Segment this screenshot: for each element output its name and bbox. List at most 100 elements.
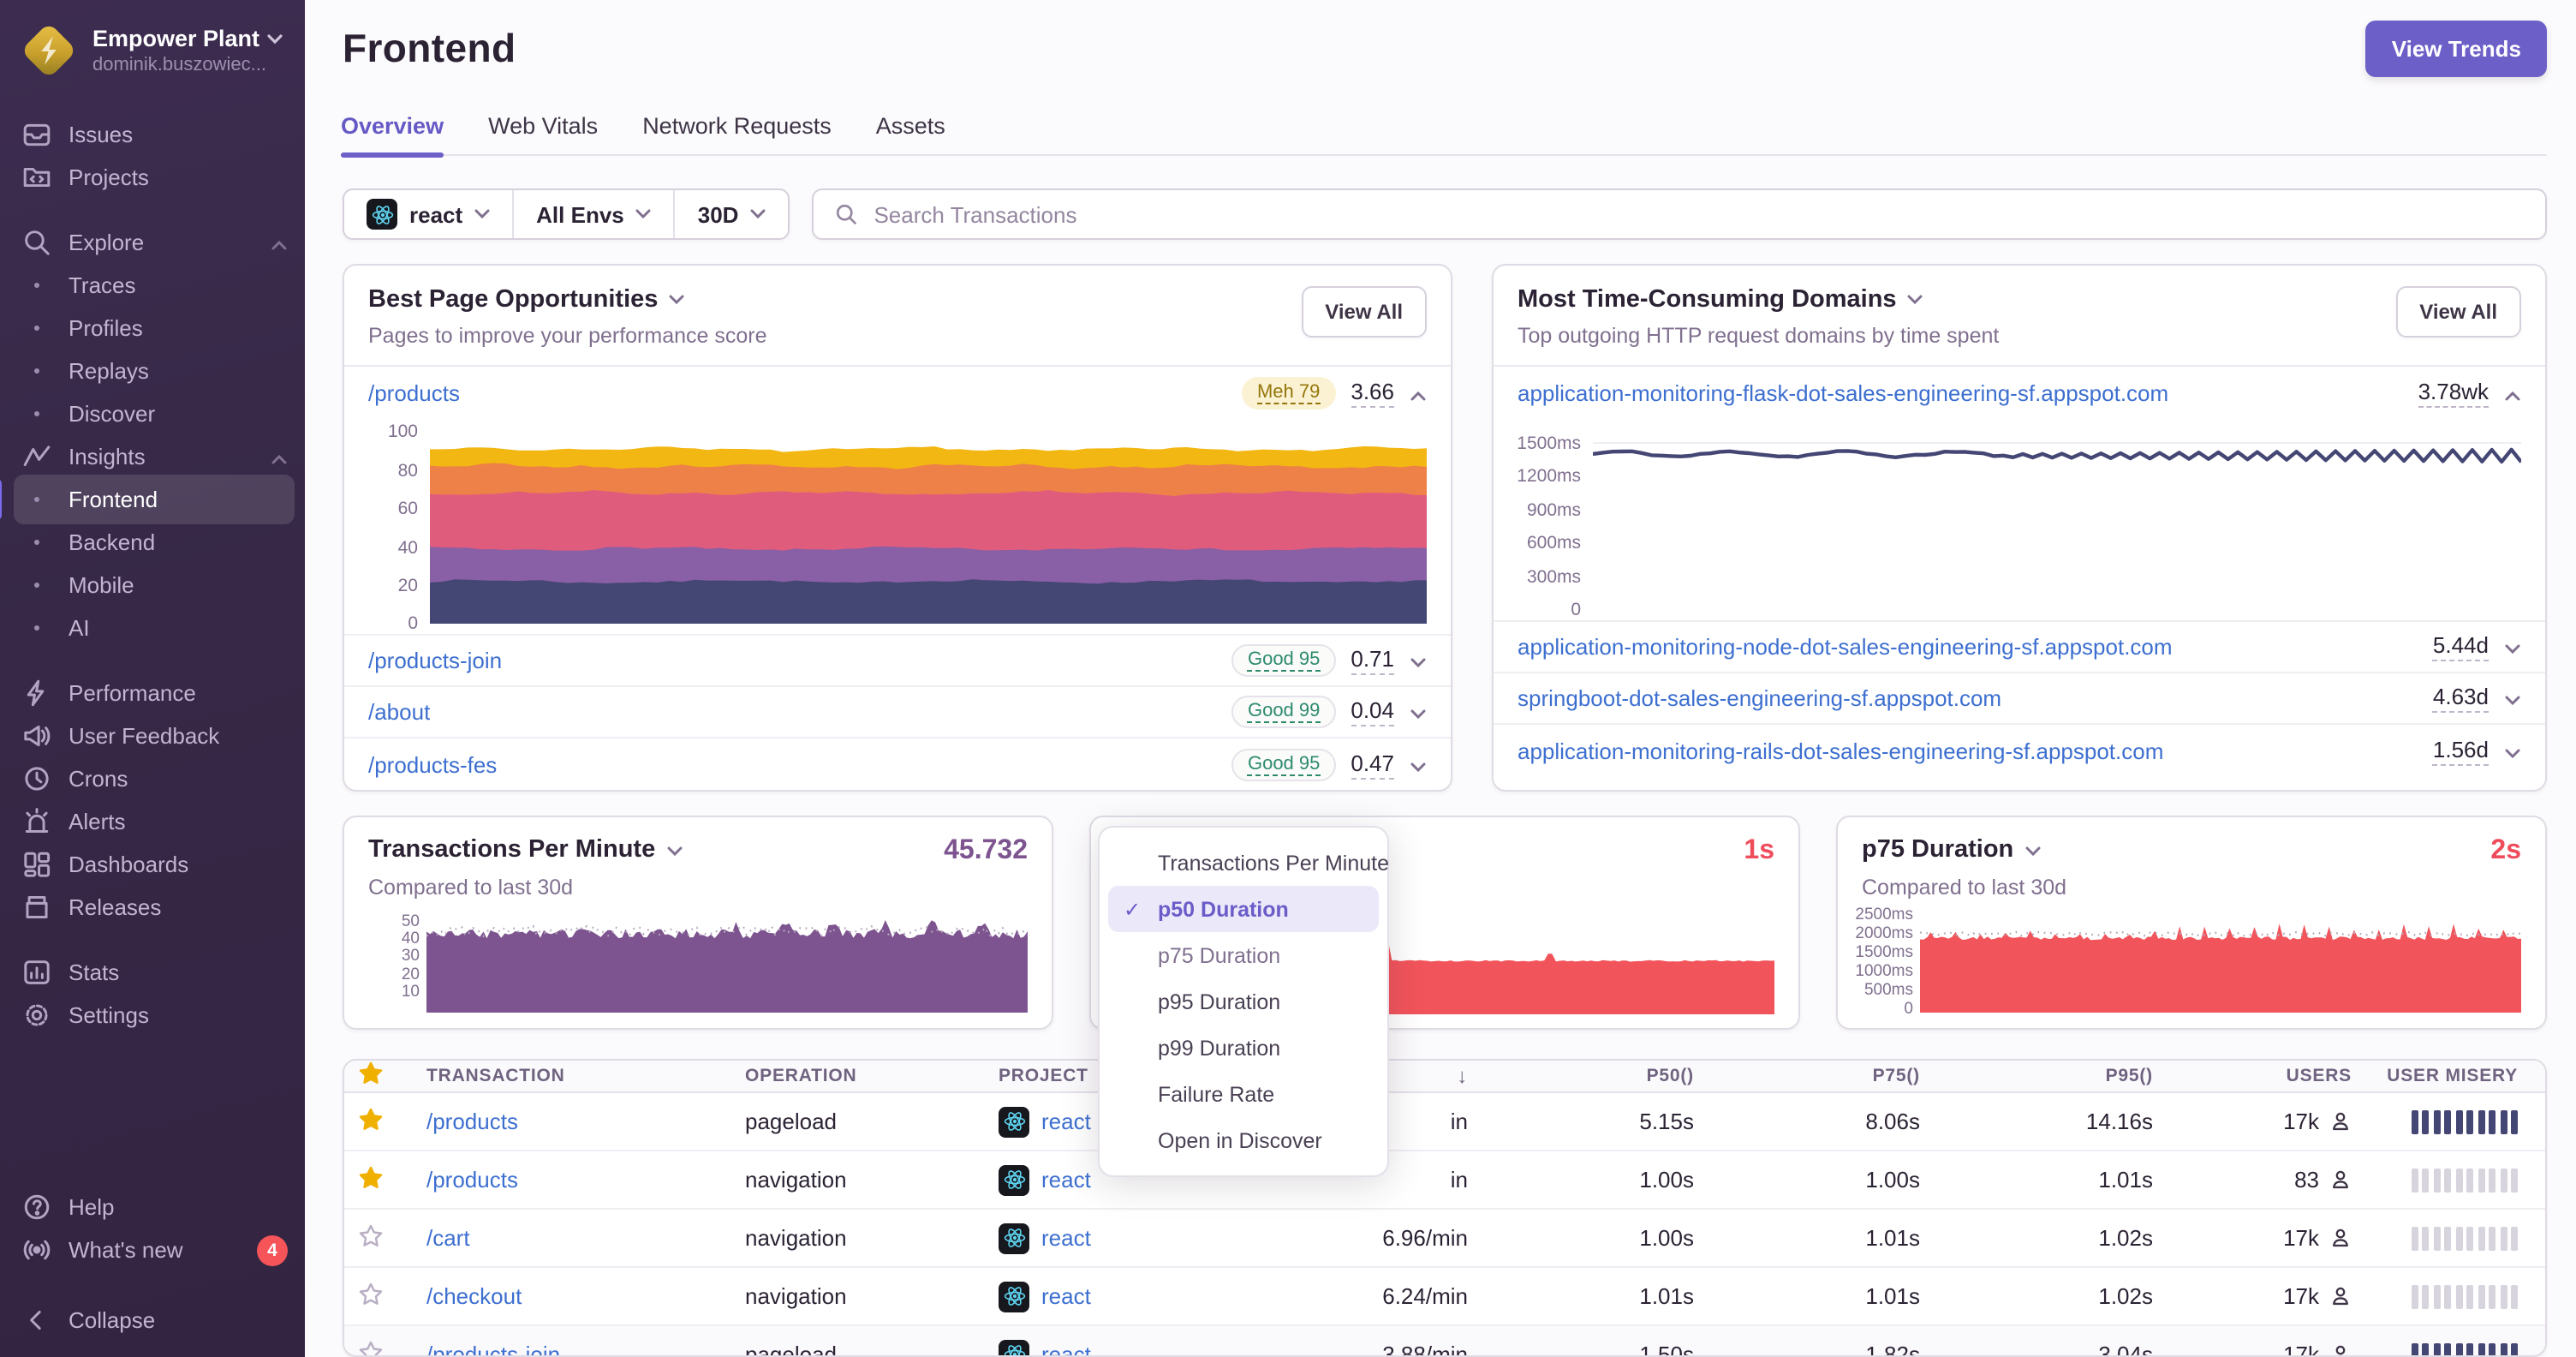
sidebar-item-ai[interactable]: AI xyxy=(0,607,305,649)
sidebar-item-alerts[interactable]: Alerts xyxy=(0,800,305,843)
column-header-USERS[interactable]: USERS xyxy=(2167,1067,2365,1087)
chevron-down-icon[interactable] xyxy=(1410,700,1427,726)
tab-overview[interactable]: Overview xyxy=(341,113,444,158)
column-header-OPERATION[interactable]: OPERATION xyxy=(731,1067,985,1087)
date-range-filter[interactable]: 30D xyxy=(673,190,789,239)
star-icon[interactable] xyxy=(358,1062,384,1092)
domain-link[interactable]: application-monitoring-node-dot-sales-en… xyxy=(1518,635,2173,661)
sidebar-item-releases[interactable]: Releases xyxy=(0,886,305,929)
best-page-row[interactable]: /about Good 99 0.04 xyxy=(344,688,1451,739)
best-pages-title[interactable]: Best Page Opportunities xyxy=(368,287,658,314)
project-link[interactable]: react xyxy=(1041,1284,1091,1310)
menu-item-p95-duration[interactable]: p95 Duration xyxy=(1108,978,1379,1025)
project-link[interactable]: react xyxy=(1041,1109,1091,1135)
menu-item-p75-duration[interactable]: p75 Duration xyxy=(1108,932,1379,978)
best-page-row[interactable]: /products Meh 79 3.66 xyxy=(344,368,1451,419)
domain-link[interactable]: application-monitoring-flask-dot-sales-e… xyxy=(1518,380,2168,406)
page-link[interactable]: /products-join xyxy=(368,649,502,674)
star-icon[interactable] xyxy=(358,1341,384,1356)
sidebar-item-collapse[interactable]: Collapse xyxy=(0,1299,305,1342)
sidebar-item-explore[interactable]: Explore xyxy=(0,221,305,264)
sidebar-item-frontend[interactable]: Frontend xyxy=(0,475,305,524)
chevron-down-icon[interactable] xyxy=(1410,752,1427,778)
sidebar-item-settings[interactable]: Settings xyxy=(0,994,305,1037)
tpm-chart[interactable] xyxy=(426,911,1028,1013)
domains-title[interactable]: Most Time-Consuming Domains xyxy=(1518,287,1897,314)
column-header-star[interactable] xyxy=(344,1061,413,1092)
star-icon[interactable] xyxy=(358,1224,384,1254)
sidebar-item-stats[interactable]: Stats xyxy=(0,951,305,994)
table-row-products-join-pageload[interactable]: /products-join pageload react 3.88/min 1.50s… xyxy=(344,1326,2545,1356)
menu-item-p99-duration[interactable]: p99 Duration xyxy=(1108,1025,1379,1071)
domains-view-all-button[interactable]: View All xyxy=(2395,286,2521,338)
table-row-products-pageload[interactable]: /products pageload react in 5.15s 8.06s 14.16s… xyxy=(344,1094,2545,1152)
domain-link[interactable]: application-monitoring-rails-dot-sales-e… xyxy=(1518,738,2163,764)
column-header-P95()[interactable]: P95() xyxy=(1934,1066,2167,1087)
project-filter[interactable]: react xyxy=(344,190,512,239)
transaction-link[interactable]: /products xyxy=(426,1168,518,1193)
chevron-down-icon[interactable] xyxy=(668,296,685,306)
sidebar-item-user-feedback[interactable]: User Feedback xyxy=(0,714,305,757)
org-switcher[interactable]: Empower Plant dominik.buszowiec... xyxy=(0,0,305,96)
chevron-down-icon[interactable] xyxy=(2504,738,2521,764)
search-transactions[interactable] xyxy=(812,188,2547,241)
domain-row[interactable]: springboot-dot-sales-engineering-sf.apps… xyxy=(1494,674,2545,726)
chevron-up-icon[interactable] xyxy=(2504,380,2521,406)
chevron-down-icon[interactable] xyxy=(1410,649,1427,674)
sidebar-item-issues[interactable]: Issues xyxy=(0,113,305,156)
chevron-down-icon[interactable] xyxy=(2504,635,2521,661)
chevron-up-icon[interactable] xyxy=(1410,380,1427,406)
best-page-row[interactable]: /products-join Good 95 0.71 xyxy=(344,637,1451,688)
domain-duration-line-chart[interactable] xyxy=(1593,433,2521,611)
chevron-down-icon[interactable] xyxy=(2504,686,2521,712)
tab-web-vitals[interactable]: Web Vitals xyxy=(488,113,598,154)
sidebar-item-what-s-new[interactable]: What's new 4 xyxy=(0,1228,305,1271)
menu-item-p50-duration[interactable]: ✓ p50 Duration xyxy=(1108,886,1379,932)
sidebar-item-traces[interactable]: Traces xyxy=(0,264,305,307)
p75-metric-selector[interactable]: p75 Duration xyxy=(1862,837,2041,864)
sidebar-item-crons[interactable]: Crons xyxy=(0,757,305,800)
web-vitals-stacked-chart[interactable] xyxy=(430,433,1427,625)
sidebar-item-mobile[interactable]: Mobile xyxy=(0,564,305,607)
project-link[interactable]: react xyxy=(1041,1168,1091,1193)
domain-row[interactable]: application-monitoring-rails-dot-sales-e… xyxy=(1494,726,2545,777)
sidebar-item-replays[interactable]: Replays xyxy=(0,350,305,392)
sidebar-item-discover[interactable]: Discover xyxy=(0,392,305,435)
table-row-checkout-navigation[interactable]: /checkout navigation react 6.24/min 1.01s 1.0… xyxy=(344,1269,2545,1327)
project-link[interactable]: react xyxy=(1041,1342,1091,1355)
column-header-P50()[interactable]: P50() xyxy=(1482,1066,1708,1087)
project-link[interactable]: react xyxy=(1041,1226,1091,1252)
table-row-cart-navigation[interactable]: /cart navigation react 6.96/min 1.00s 1.01s 1.… xyxy=(344,1211,2545,1269)
tab-network-requests[interactable]: Network Requests xyxy=(642,113,832,154)
transaction-link[interactable]: /products xyxy=(426,1109,518,1135)
sidebar-item-backend[interactable]: Backend xyxy=(0,521,305,564)
column-header-TRANSACTION[interactable]: TRANSACTION xyxy=(413,1067,731,1087)
tpm-metric-selector[interactable]: Transactions Per Minute xyxy=(368,837,683,864)
sidebar-item-performance[interactable]: Performance xyxy=(0,672,305,714)
page-link[interactable]: /products-fes xyxy=(368,752,497,778)
column-header-P75()[interactable]: P75() xyxy=(1708,1066,1934,1087)
search-input[interactable] xyxy=(874,201,2525,228)
environment-filter[interactable]: All Envs xyxy=(512,190,674,239)
transaction-link[interactable]: /cart xyxy=(426,1226,470,1252)
sidebar-item-insights[interactable]: Insights xyxy=(0,435,305,478)
chevron-down-icon[interactable] xyxy=(1907,296,1924,306)
sidebar-item-profiles[interactable]: Profiles xyxy=(0,307,305,350)
transaction-link[interactable]: /checkout xyxy=(426,1284,522,1310)
sidebar-item-projects[interactable]: Projects xyxy=(0,156,305,199)
page-link[interactable]: /products xyxy=(368,380,460,406)
domain-link[interactable]: springboot-dot-sales-engineering-sf.apps… xyxy=(1518,686,2001,712)
table-row-products-navigation[interactable]: /products navigation react in 1.00s 1.00s 1.01… xyxy=(344,1152,2545,1211)
best-pages-view-all-button[interactable]: View All xyxy=(1301,286,1427,338)
view-trends-button[interactable]: View Trends xyxy=(2365,21,2547,77)
transaction-link[interactable]: /products-join xyxy=(426,1342,560,1355)
star-icon[interactable] xyxy=(358,1108,384,1138)
menu-item-failure-rate[interactable]: Failure Rate xyxy=(1108,1071,1379,1117)
star-icon[interactable] xyxy=(358,1166,384,1196)
sidebar-item-help[interactable]: Help xyxy=(0,1186,305,1228)
page-link[interactable]: /about xyxy=(368,700,430,726)
domain-row[interactable]: application-monitoring-node-dot-sales-en… xyxy=(1494,623,2545,674)
sidebar-item-dashboards[interactable]: Dashboards xyxy=(0,843,305,886)
domain-row[interactable]: application-monitoring-flask-dot-sales-e… xyxy=(1494,368,2545,419)
tab-assets[interactable]: Assets xyxy=(876,113,945,154)
